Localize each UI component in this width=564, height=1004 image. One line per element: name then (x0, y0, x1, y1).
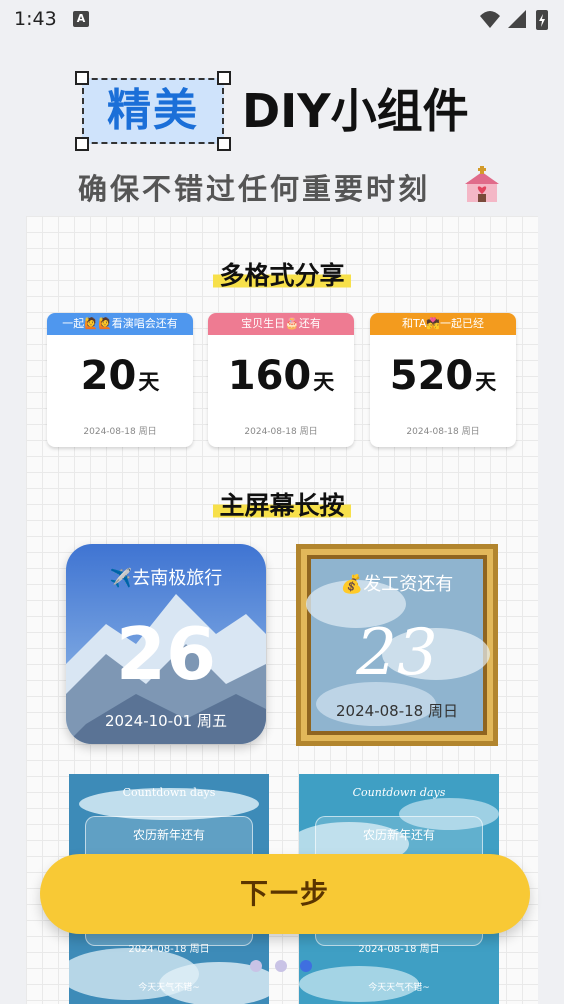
share-card-count: 520天 (370, 353, 516, 399)
widget-date: 2024-08-18 周日 (128, 944, 210, 955)
pager-dot[interactable] (275, 960, 287, 972)
next-button[interactable]: 下一步 (40, 854, 530, 934)
widget-title: 💰发工资还有 (340, 574, 454, 595)
title-rest: DIY小组件 (242, 84, 469, 138)
status-bar: 1:43 A (0, 0, 564, 40)
widget-number: 26 (115, 612, 217, 696)
share-card-date: 2024-08-18 周日 (83, 427, 157, 437)
widget-footer: 今天天气不错~ (138, 983, 200, 993)
share-card-header: 一起🙋🙋看演唱会还有 (47, 313, 193, 335)
share-card-date: 2024-08-18 周日 (244, 427, 318, 437)
share-section-title: 多格式分享 (26, 256, 538, 292)
widget-date: 2024-10-01 周五 (105, 712, 227, 730)
share-card-unit: 天 (138, 370, 160, 394)
notification-icon: A (73, 11, 89, 27)
share-card-number: 20 (80, 353, 137, 399)
share-card-count: 160天 (208, 353, 354, 399)
share-card-date: 2024-08-18 周日 (406, 427, 480, 437)
share-card-unit: 天 (313, 370, 335, 394)
church-icon (465, 166, 499, 202)
widget-caption: Countdown days (122, 786, 216, 799)
title-highlight: 精美 (82, 78, 224, 144)
share-card-number: 160 (227, 353, 312, 399)
widget-title: 农历新年还有 (362, 828, 435, 842)
widget-footer: 今天天气不错~ (368, 983, 430, 993)
home-section-title: 主屏幕长按 (26, 486, 538, 522)
resize-handle-icon (217, 137, 231, 151)
home-section-title-text: 主屏幕长按 (213, 486, 351, 522)
wifi-icon (480, 11, 500, 28)
widget-number: 23 (356, 616, 438, 690)
share-card-unit: 天 (475, 370, 497, 394)
widget-date: 2024-08-18 周日 (336, 702, 458, 720)
hero-subtitle: 确保不错过任何重要时刻 (78, 172, 431, 206)
share-card-header: 宝贝生日🎂还有 (208, 313, 354, 335)
share-card-header: 和TA💏一起已经 (370, 313, 516, 335)
resize-handle-icon (75, 137, 89, 151)
share-card: 一起🙋🙋看演唱会还有 20天 2024-08-18 周日 (47, 313, 193, 447)
widget-salary: 💰发工资还有 23 2024-08-18 周日 (296, 544, 498, 746)
pager-dot[interactable] (250, 960, 262, 972)
widget-caption: Countdown days (352, 786, 446, 799)
widget-title: ✈️去南极旅行 (109, 568, 223, 589)
resize-handle-icon (75, 71, 89, 85)
widget-date: 2024-08-18 周日 (358, 944, 440, 955)
pager-dot-active[interactable] (300, 960, 312, 972)
share-section-title-text: 多格式分享 (213, 256, 351, 292)
signal-icon (508, 10, 526, 28)
share-card: 和TA💏一起已经 520天 2024-08-18 周日 (370, 313, 516, 447)
widget-antarctica: ✈️去南极旅行 26 2024-10-01 周五 (66, 544, 266, 744)
share-card: 宝贝生日🎂还有 160天 2024-08-18 周日 (208, 313, 354, 447)
status-icons (480, 10, 548, 30)
resize-handle-icon (217, 71, 231, 85)
share-card-count: 20天 (47, 353, 193, 399)
hero-title: 精美 DIY小组件 (75, 71, 502, 151)
status-time: 1:43 (14, 8, 57, 30)
share-card-number: 520 (389, 353, 474, 399)
pager-dots (250, 960, 320, 974)
widget-title: 农历新年还有 (132, 828, 205, 842)
